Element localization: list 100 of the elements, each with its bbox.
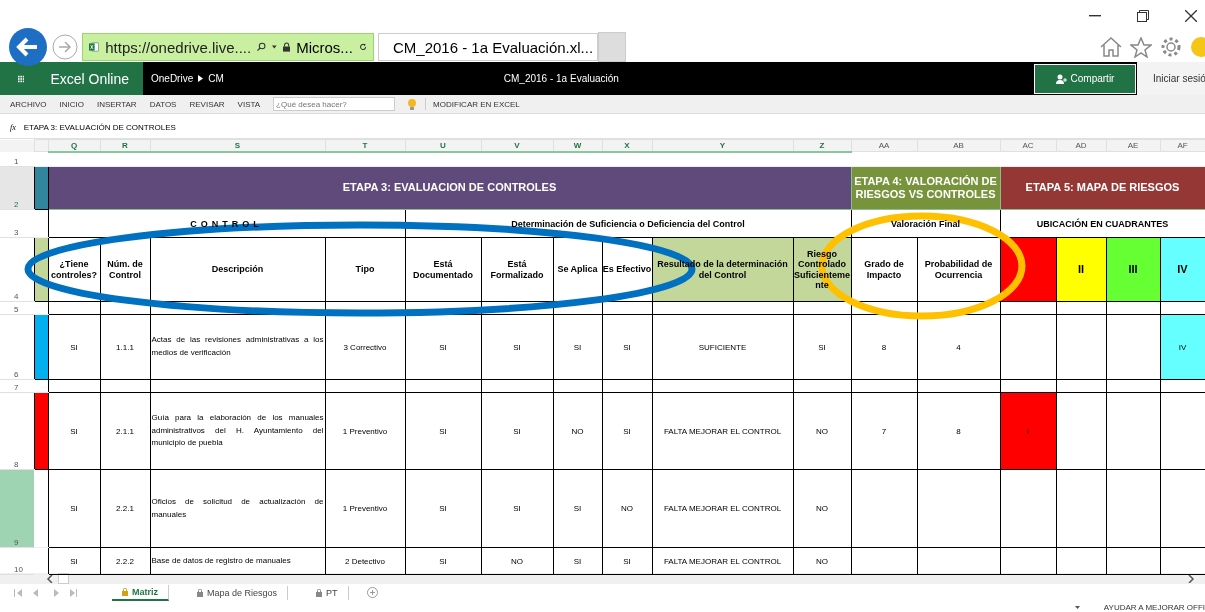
table-cell: SI [70,342,78,352]
person-icon [1055,73,1067,84]
table-cell: NO [511,556,523,566]
breadcrumb-link[interactable]: CM [208,73,224,84]
table-cell: Oficios de solicitud de actualización de manuales [151,496,324,519]
column-header: Grado de Impacto [851,237,917,302]
row-number[interactable]: 3 [14,228,19,237]
table-cell: 7 [881,426,887,436]
column-letter[interactable]: Z [819,140,825,150]
group-heading: Determinación de Suficiencia o Deficiencia del Control [405,209,851,238]
site-name: Micros... [296,38,353,56]
back-icon[interactable] [8,27,48,67]
table-cell: Guía para la elaboración de los manuales administrativos del H. Ayuntamiento del municipio de puebla [151,412,324,448]
chevron-icon [198,75,204,82]
row-number[interactable]: 1 [14,157,19,166]
lightbulb-icon [408,98,417,110]
search-field[interactable]: ¿Qué desea hacer? [273,97,396,111]
stage-heading: ETAPA 3: EVALUACION DE CONTROLES [48,166,851,210]
ribbon-tab[interactable]: DATOS [149,99,177,109]
lock-icon [197,588,203,597]
scroll-left-icon[interactable] [46,574,54,583]
dropdown-icon[interactable] [272,44,277,50]
sign-in-link[interactable]: Iniciar sesió [1137,62,1205,95]
row-number[interactable]: 4 [14,292,19,301]
table-cell: NO [621,504,633,513]
ribbon-tab[interactable]: ARCHIVO [10,99,47,109]
ribbon-tab[interactable]: INSERTAR [96,99,137,109]
column-header: Está Formalizado [481,237,553,302]
column-letter[interactable]: Q [70,140,78,150]
row-header[interactable]: 7 [0,379,34,393]
column-letter[interactable]: X [624,140,630,150]
sheet-tab[interactable]: Mapa de Riesgos [187,585,289,600]
home-icon[interactable] [1100,37,1122,57]
star-icon[interactable] [1130,36,1152,58]
column-letter[interactable]: R [122,140,128,150]
edit-in-excel-link[interactable]: MODIFICAR EN EXCEL [433,99,520,109]
address-bar[interactable]: https://onedrive.live.... Micros... [82,33,374,61]
breadcrumb-link[interactable]: OneDrive [151,73,194,84]
document-title: CM_2016 - 1a Evaluación [503,73,619,84]
browser-tab[interactable]: CM_2016 - 1a Evaluación.xl... [378,33,598,61]
table-cell: SI [513,342,521,352]
ribbon-tab[interactable]: INICIO [59,99,84,109]
table-cell: SI [70,504,78,513]
settings-icon[interactable] [1160,36,1182,58]
scrollbar-thumb[interactable] [58,573,69,584]
row-header[interactable]: 9 [0,469,34,548]
sheet-tab[interactable]: Matriz [112,584,169,601]
quadrant-cell: I [1000,392,1056,470]
column-letter[interactable]: W [573,140,582,150]
column-header: Probabilidad de Ocurrencia [917,237,1000,302]
table-cell: 2.2.2 [116,556,134,566]
share-button[interactable]: Compartir [1034,63,1136,94]
table-cell: 3 Correctivo [343,342,387,352]
row-number[interactable]: 2 [14,200,19,209]
column-letter[interactable]: AC [1022,141,1034,150]
column-letter[interactable]: AF [1177,141,1188,150]
table-cell: SI [439,342,447,352]
row-header[interactable]: 5 [0,301,34,315]
table-cell: SUFICIENTE [698,342,747,352]
table-cell: SI [513,426,521,436]
table-cell: 2.1.1 [116,426,134,436]
scroll-right-icon[interactable] [1187,574,1195,583]
column-letter[interactable]: T [362,140,368,150]
table-cell: FALTA MEJORAR EL CONTROL [663,426,782,436]
table-cell: SI [70,426,78,436]
quadrant-cell: IV [1160,314,1205,380]
ribbon-tab[interactable]: VISTA [237,99,261,109]
column-letter[interactable]: Y [719,140,726,150]
table-cell: NO [816,426,828,436]
close-icon[interactable] [1185,10,1197,22]
table-cell: NO [816,556,828,566]
formula-value[interactable]: ETAPA 3: EVALUACIÓN DE CONTROLES [23,123,176,132]
table-cell: NO [571,426,584,436]
sheet-tab[interactable]: PT [306,585,349,600]
stage-heading: ETAPA 4: VALORACIÓN DE RIESGOS VS CONTROLES [851,166,1000,210]
table-cell: Base de datos de registro de manuales [151,555,291,565]
function-label: fx [10,123,16,132]
column-header: III [1106,237,1160,302]
column-letter[interactable]: AD [1075,141,1087,150]
group-heading: Valoración Final [851,209,1000,238]
column-letter[interactable]: AB [953,141,964,150]
column-letter[interactable]: AE [1127,141,1139,150]
minimize-icon[interactable] [1089,15,1101,17]
group-heading: CONTROL [48,209,405,238]
table-cell: Actas de las revisiones administrativas a los medios de verificación [151,335,324,357]
table-cell: SI [573,504,582,513]
table-cell: SI [623,342,631,352]
lock-icon [316,588,323,597]
restore-icon[interactable] [1137,10,1149,22]
table-cell: 2 Detectivo [345,556,385,566]
column-letter[interactable]: U [440,140,446,150]
column-header: Tipo [325,237,405,302]
column-letter[interactable]: S [234,140,241,150]
column-letter[interactable]: AA [878,141,890,150]
add-sheet-icon[interactable] [366,587,378,598]
feedback-link[interactable]: AYUDAR A MEJORAR OFFI [1103,602,1205,612]
table-cell: SI [573,556,582,566]
column-letter[interactable]: V [514,140,520,150]
ribbon-tab[interactable]: REVISAR [189,99,225,109]
dropdown-icon[interactable] [1074,605,1080,609]
